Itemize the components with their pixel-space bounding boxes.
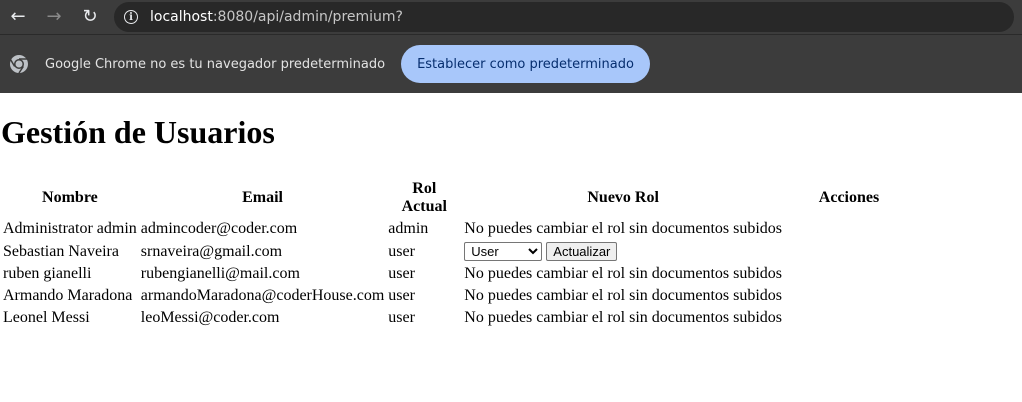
user-email: rubengianelli@mail.com <box>140 265 300 282</box>
actions-cell <box>785 241 913 262</box>
table-row: Armando Maradona armandoMaradona@coderHo… <box>2 286 913 306</box>
user-name: Sebastian Naveira <box>3 242 119 260</box>
back-arrow-icon[interactable]: ← <box>4 3 32 31</box>
chrome-logo-icon <box>9 55 28 74</box>
user-role: admin <box>388 220 429 237</box>
users-table: Nombre Email Rol Actual Nuevo Rol Accion… <box>0 177 915 330</box>
default-browser-infobar: Google Chrome no es tu navegador predete… <box>0 34 1022 93</box>
column-header-acciones: Acciones <box>818 189 880 206</box>
browser-toolbar: ← → ↻ i localhost:8080/api/admin/premium… <box>0 0 1022 34</box>
user-role: user <box>388 309 415 326</box>
address-bar[interactable]: i localhost:8080/api/admin/premium? <box>114 2 1014 32</box>
user-name: Administrator admin <box>3 220 137 237</box>
column-header-email: Email <box>242 189 283 206</box>
actions-cell <box>785 308 913 328</box>
infobar-message: Google Chrome no es tu navegador predete… <box>45 56 386 72</box>
column-header-nombre: Nombre <box>42 189 98 206</box>
new-role-select[interactable]: User <box>464 242 543 261</box>
reload-icon[interactable]: ↻ <box>76 3 104 31</box>
url-text[interactable]: localhost:8080/api/admin/premium? <box>150 9 403 25</box>
page-content: Gestión de Usuarios Nombre Email Rol Act… <box>0 114 1022 330</box>
table-row: ruben gianelli rubengianelli@mail.com us… <box>2 264 913 284</box>
user-role: user <box>388 287 415 304</box>
user-name: Armando Maradona <box>3 287 133 304</box>
user-email: srnaveira@gmail.com <box>140 242 283 260</box>
role-change-controls: User Actualizar <box>463 241 783 262</box>
column-header-rol-actual: Rol Actual <box>401 180 447 215</box>
table-row: Sebastian Naveira srnaveira@gmail.com us… <box>2 241 913 262</box>
actions-cell <box>785 286 913 306</box>
table-row: Administrator admin admincoder@coder.com… <box>2 219 913 239</box>
table-row: Leonel Messi leoMessi@coder.com user No … <box>2 308 913 328</box>
update-role-button[interactable]: Actualizar <box>546 242 618 261</box>
actions-cell <box>785 219 913 239</box>
column-header-nuevo-rol: Nuevo Rol <box>587 189 659 206</box>
user-role: user <box>388 242 415 260</box>
table-header-row: Nombre Email Rol Actual Nuevo Rol Accion… <box>2 179 913 217</box>
user-email: armandoMaradona@coderHouse.com <box>140 287 385 304</box>
info-icon[interactable]: i <box>124 10 138 24</box>
user-role: user <box>388 265 415 282</box>
role-change-message: No puedes cambiar el rol sin documentos … <box>464 309 783 326</box>
role-change-message: No puedes cambiar el rol sin documentos … <box>464 220 783 237</box>
forward-arrow-icon[interactable]: → <box>40 3 68 31</box>
user-email: leoMessi@coder.com <box>140 309 280 326</box>
user-name: Leonel Messi <box>3 309 90 326</box>
user-email: admincoder@coder.com <box>140 220 298 237</box>
role-change-message: No puedes cambiar el rol sin documentos … <box>464 265 783 282</box>
role-change-message: No puedes cambiar el rol sin documentos … <box>464 287 783 304</box>
set-default-browser-button[interactable]: Establecer como predeterminado <box>401 45 650 83</box>
page-title: Gestión de Usuarios <box>1 114 275 150</box>
actions-cell <box>785 264 913 284</box>
user-name: ruben gianelli <box>3 265 92 282</box>
